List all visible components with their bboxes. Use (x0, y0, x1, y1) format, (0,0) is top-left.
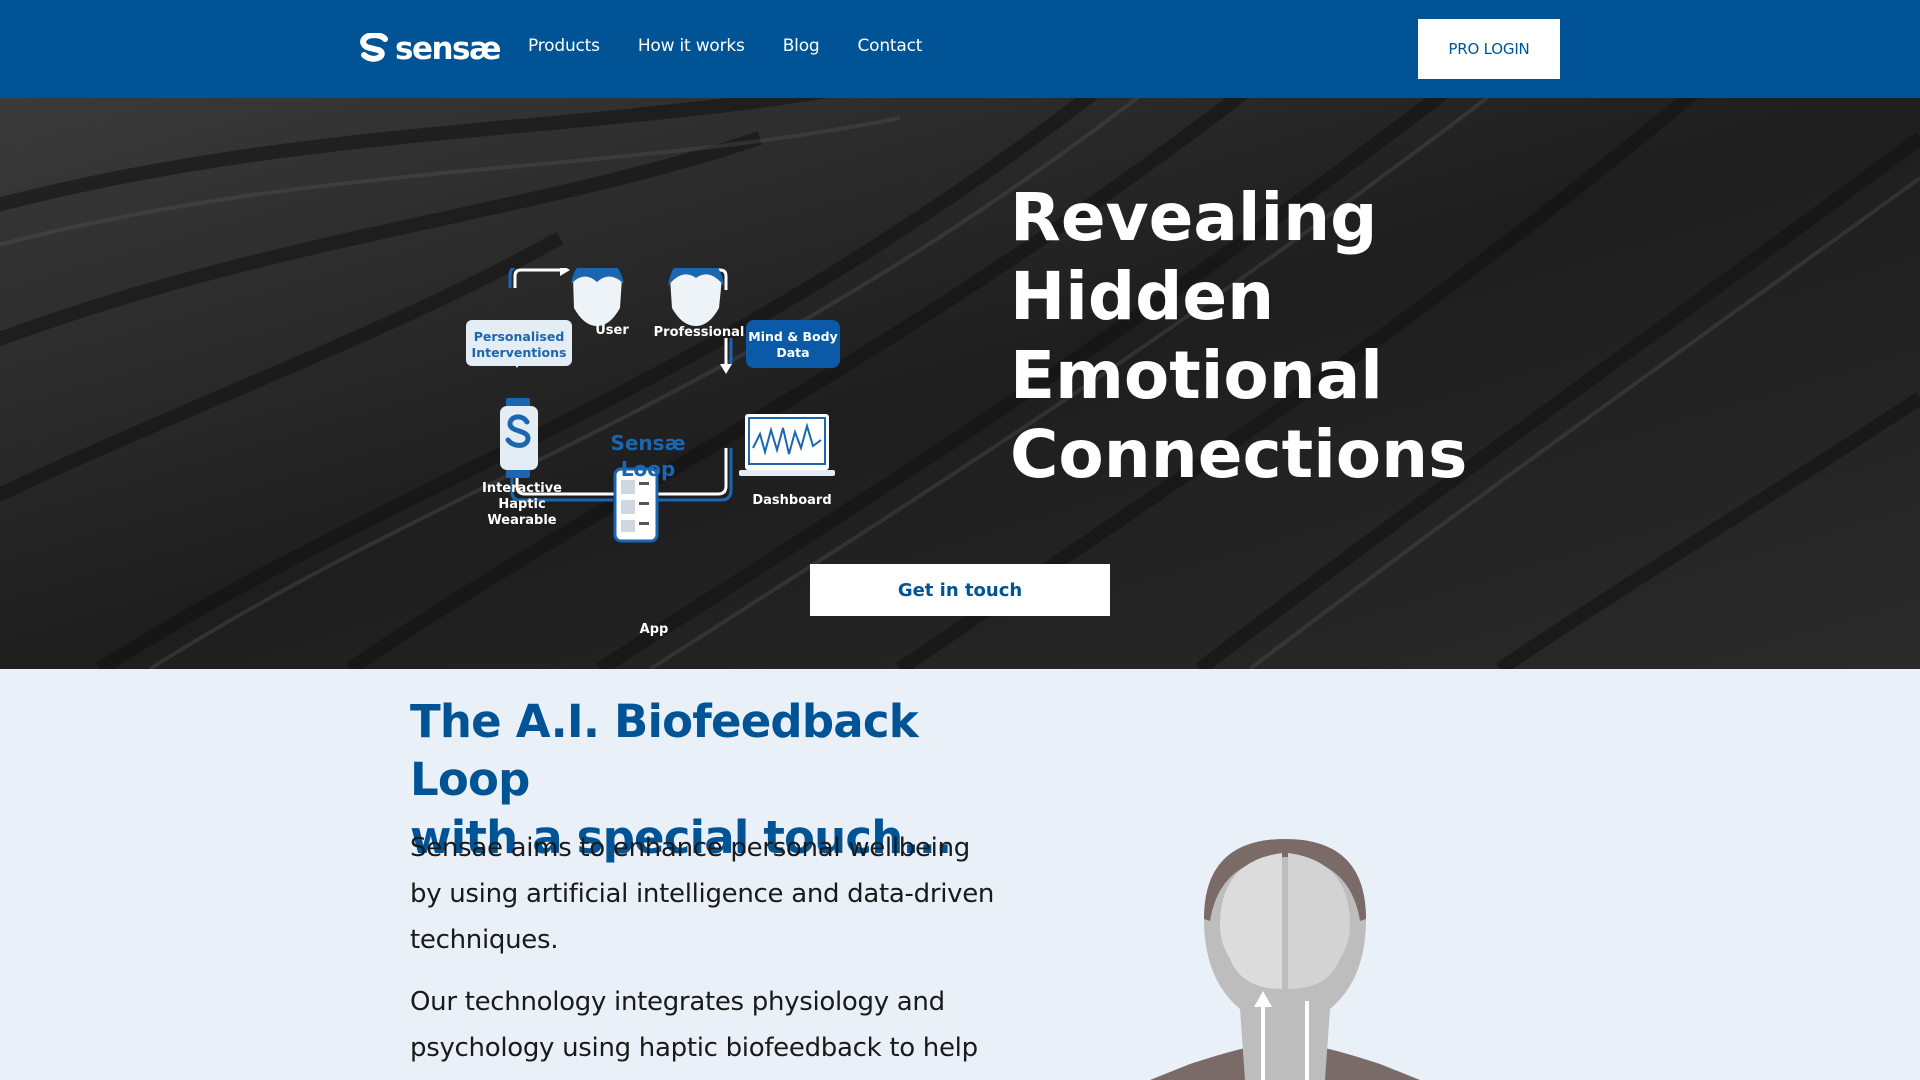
personalised-line2: Interventions (472, 345, 567, 360)
hero-title-line-2: Hidden (1010, 258, 1275, 335)
technology-paragraph: Our technology integrates physiology and… (410, 979, 1030, 1071)
nav-links: Products How it works Blog Contact (528, 36, 960, 56)
sensae-logo[interactable]: sensæ (359, 30, 501, 68)
intro-paragraph-line-2: by using artificial intelligence and dat… (410, 879, 995, 909)
head-illustration (1150, 839, 1420, 1080)
professional-avatar-icon (668, 268, 724, 326)
nav-link-products[interactable]: Products (528, 36, 600, 56)
hero-title-line-3: Emotional (1010, 337, 1383, 414)
wearable-line3: Wearable (487, 513, 556, 528)
hero-title: Revealing Hidden Emotional Connections (1010, 178, 1610, 494)
get-in-touch-button[interactable]: Get in touch (810, 564, 1110, 616)
mind-body-data-badge (746, 320, 840, 368)
user-label: User (595, 323, 629, 338)
technology-paragraph-line-2: psychology using haptic biofeedback to h… (410, 1033, 978, 1063)
wearable-line1: Interactive (482, 481, 562, 496)
haptic-wearable-icon (500, 398, 538, 478)
nav-link-how-it-works[interactable]: How it works (638, 36, 745, 56)
dashboard-laptop-icon (739, 414, 835, 476)
sensae-logo-icon (360, 33, 388, 62)
dashboard-label: Dashboard (752, 493, 831, 508)
hero-section: Personalised Interventions Mind & Body D… (0, 98, 1920, 669)
intro-paragraph-line-3: techniques. (410, 925, 559, 955)
hero-title-line-1: Revealing (1010, 179, 1378, 256)
hero-title-line-4: Connections (1010, 416, 1468, 493)
user-avatar-icon (571, 268, 624, 326)
top-navbar: sensæ Products How it works Blog Contact… (0, 0, 1920, 98)
intro-paragraph-line-1: Sensae aims to enhance personal wellbein… (410, 833, 970, 863)
logo-text: sensæ (395, 30, 501, 67)
professional-label: Professional (654, 325, 745, 340)
section-heading-line-1: The A.I. Biofeedback Loop (410, 695, 919, 806)
technology-paragraph-line-1: Our technology integrates physiology and (410, 987, 945, 1017)
biofeedback-section: The A.I. Biofeedback Loop with a special… (0, 669, 1920, 1080)
loop-center-line1: Sensæ (610, 431, 685, 455)
app-label: App (640, 622, 669, 637)
intro-paragraph: Sensae aims to enhance personal wellbein… (410, 825, 1030, 963)
loop-center-line2: Loop (621, 457, 676, 481)
nav-link-blog[interactable]: Blog (783, 36, 820, 56)
personalised-line1: Personalised (474, 329, 565, 344)
pro-login-button[interactable]: PRO LOGIN (1418, 19, 1560, 79)
mindbody-line1: Mind & Body (748, 329, 837, 344)
mindbody-line2: Data (776, 345, 809, 360)
wearable-line2: Haptic (498, 497, 545, 512)
nav-link-contact[interactable]: Contact (857, 36, 922, 56)
sensae-loop-diagram: Personalised Interventions Mind & Body D… (466, 268, 840, 637)
